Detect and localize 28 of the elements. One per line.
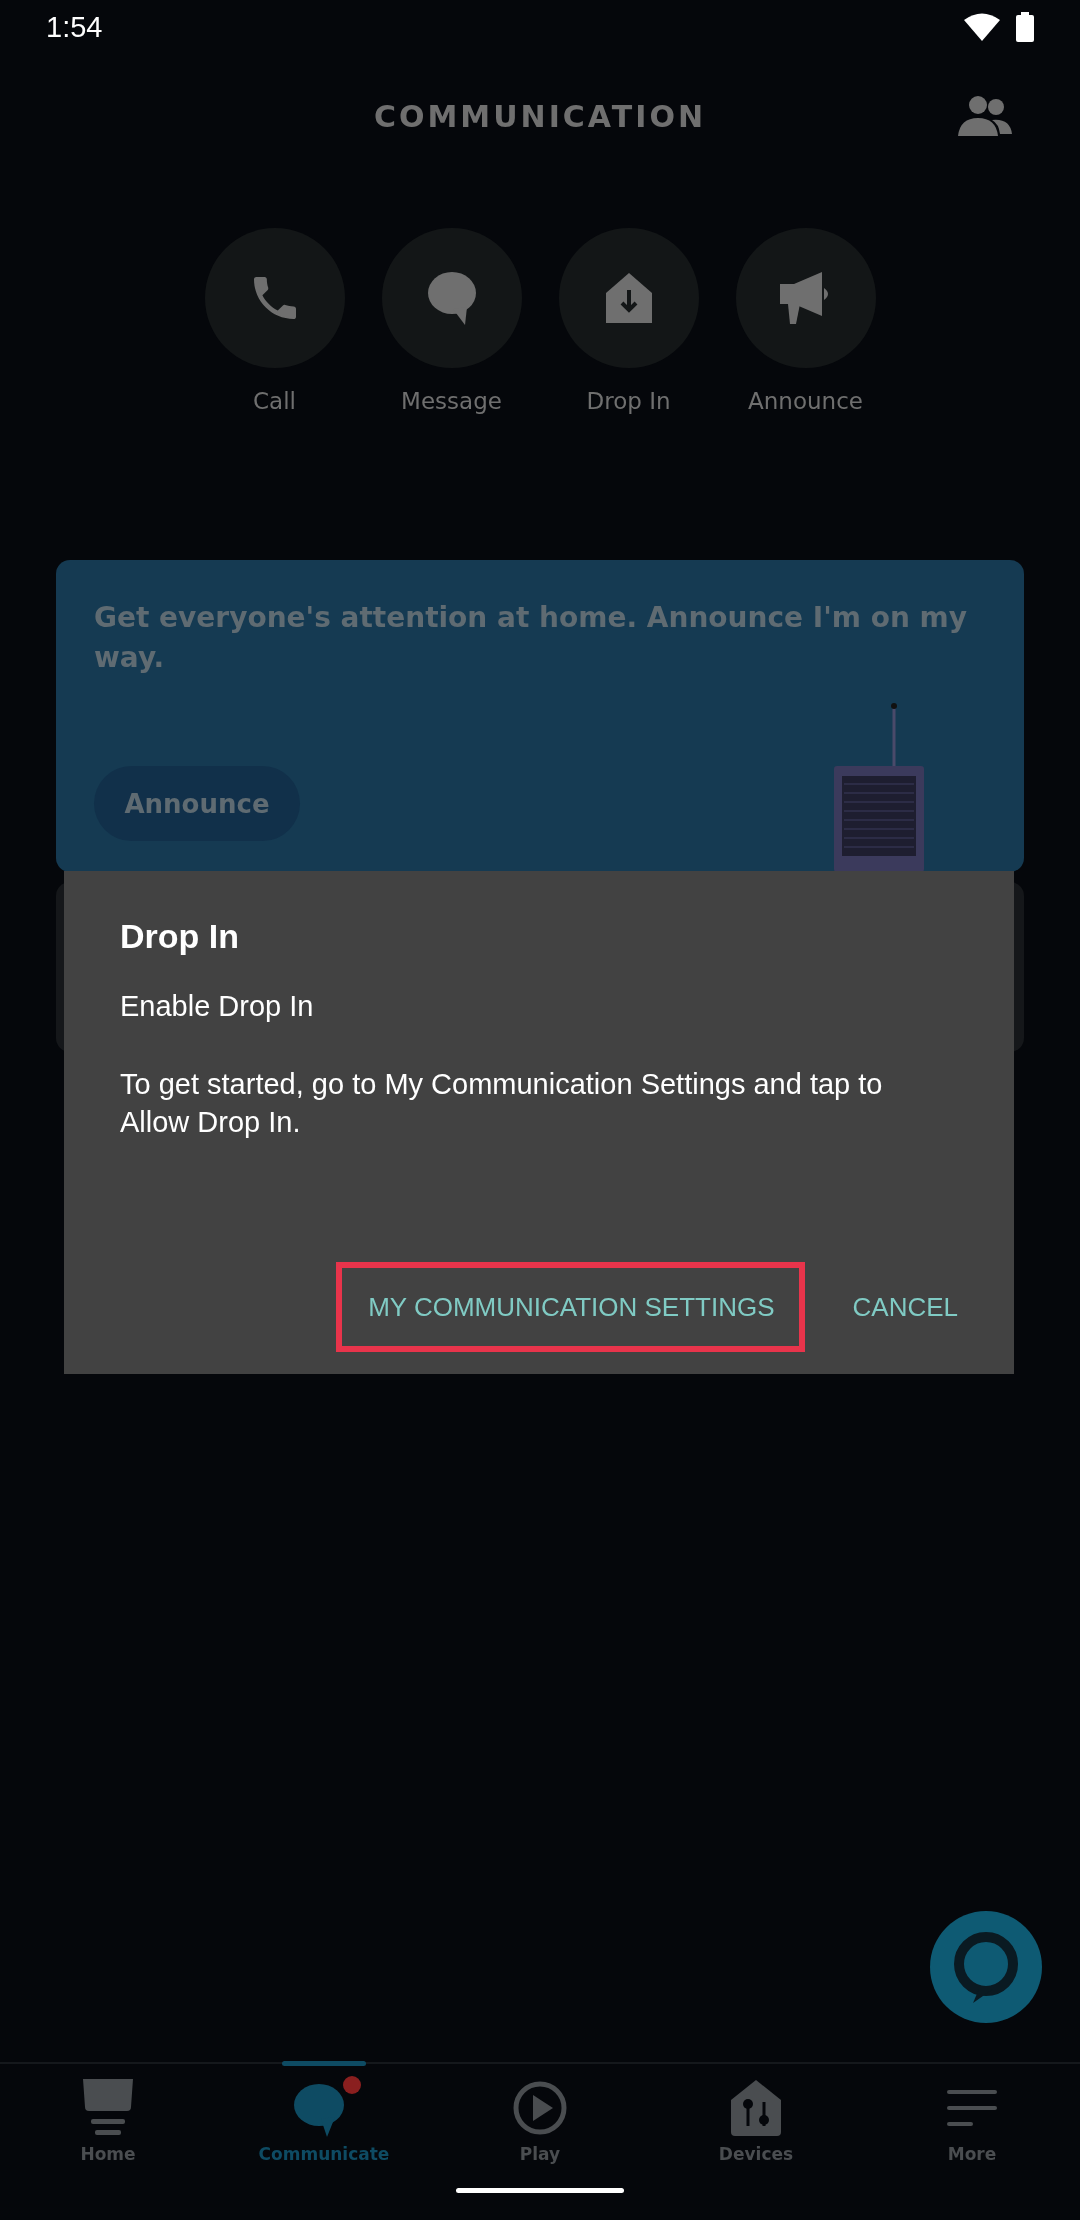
house-sliders-icon <box>729 2080 783 2136</box>
play-icon <box>513 2081 567 2135</box>
screen-icon <box>81 2079 135 2137</box>
nav-tab[interactable]: Home <box>0 2064 216 2184</box>
status-time: 1:54 <box>46 10 103 44</box>
promo-text: Get everyone's attention at home. Announce I'm on my way. <box>94 600 969 676</box>
dialog-button[interactable]: CANCEL <box>822 1262 988 1352</box>
house-arrow-icon <box>603 273 654 323</box>
dialog-subtitle: Enable Drop In <box>120 990 315 1023</box>
nav-tab[interactable]: More <box>864 2064 1080 2184</box>
action-label: Drop In <box>586 388 671 414</box>
nav-tab[interactable]: Communicate <box>216 2064 432 2184</box>
page-title: COMMUNICATION <box>374 98 706 134</box>
action-label: Announce <box>748 388 863 414</box>
ring-icon <box>951 1929 1021 2005</box>
nav-tab[interactable]: Play <box>432 2064 648 2184</box>
menu-icon <box>945 2088 999 2128</box>
action-label: Call <box>253 388 296 414</box>
announce-button[interactable]: Announce <box>94 766 300 841</box>
dialog-message: To get started, go to My Communication Settings and tap to Allow Drop In. <box>120 1067 884 1140</box>
speech-bubble-icon <box>426 271 477 325</box>
nav-tab[interactable]: Devices <box>648 2064 864 2184</box>
dialog-title: Drop In <box>120 917 240 956</box>
battery-icon <box>1016 12 1034 42</box>
wifi-icon <box>964 13 1000 41</box>
people-icon[interactable] <box>958 94 1012 136</box>
dialog-button[interactable]: MY COMMUNICATION SETTINGS <box>336 1262 805 1352</box>
action-label: Message <box>401 388 502 414</box>
